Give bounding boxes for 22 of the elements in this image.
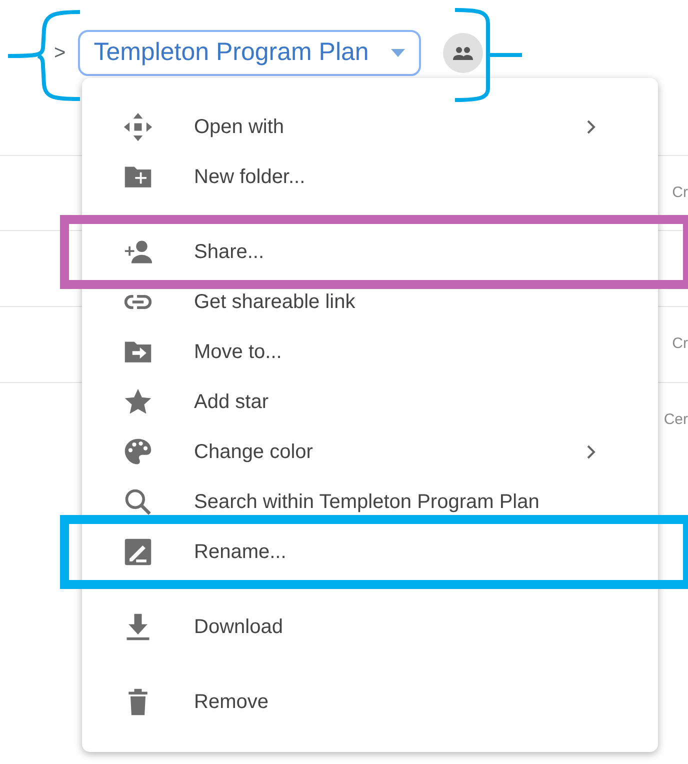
breadcrumb-chevron[interactable]: > [54,38,66,68]
menu-item[interactable]: Share... [82,227,658,277]
menu-item[interactable]: New folder... [82,152,658,202]
list-text: Cer [664,410,688,430]
palette-icon [123,437,153,467]
menu-item[interactable]: Move to... [82,327,658,377]
list-text: Cr [672,334,688,354]
menu-item[interactable]: Download [82,602,658,652]
pencil-icon [123,537,153,567]
folder-dropdown-button[interactable]: Templeton Program Plan [78,30,421,76]
caret-icon [390,49,405,57]
menu-item[interactable]: Get shareable link [82,277,658,327]
menu-item[interactable]: Remove [82,677,658,727]
menu-item[interactable]: Open with [82,102,658,152]
menu-item[interactable]: Rename... [82,527,658,577]
menu-item[interactable]: Search within Templeton Program Plan [82,477,658,527]
menu-item[interactable]: Change color [82,427,658,477]
shared-users-icon[interactable] [442,33,483,73]
search-icon [123,487,153,517]
move-arrows-icon [123,112,153,142]
list-text: Cr [672,182,688,203]
menu-item[interactable]: Add star [82,377,658,427]
